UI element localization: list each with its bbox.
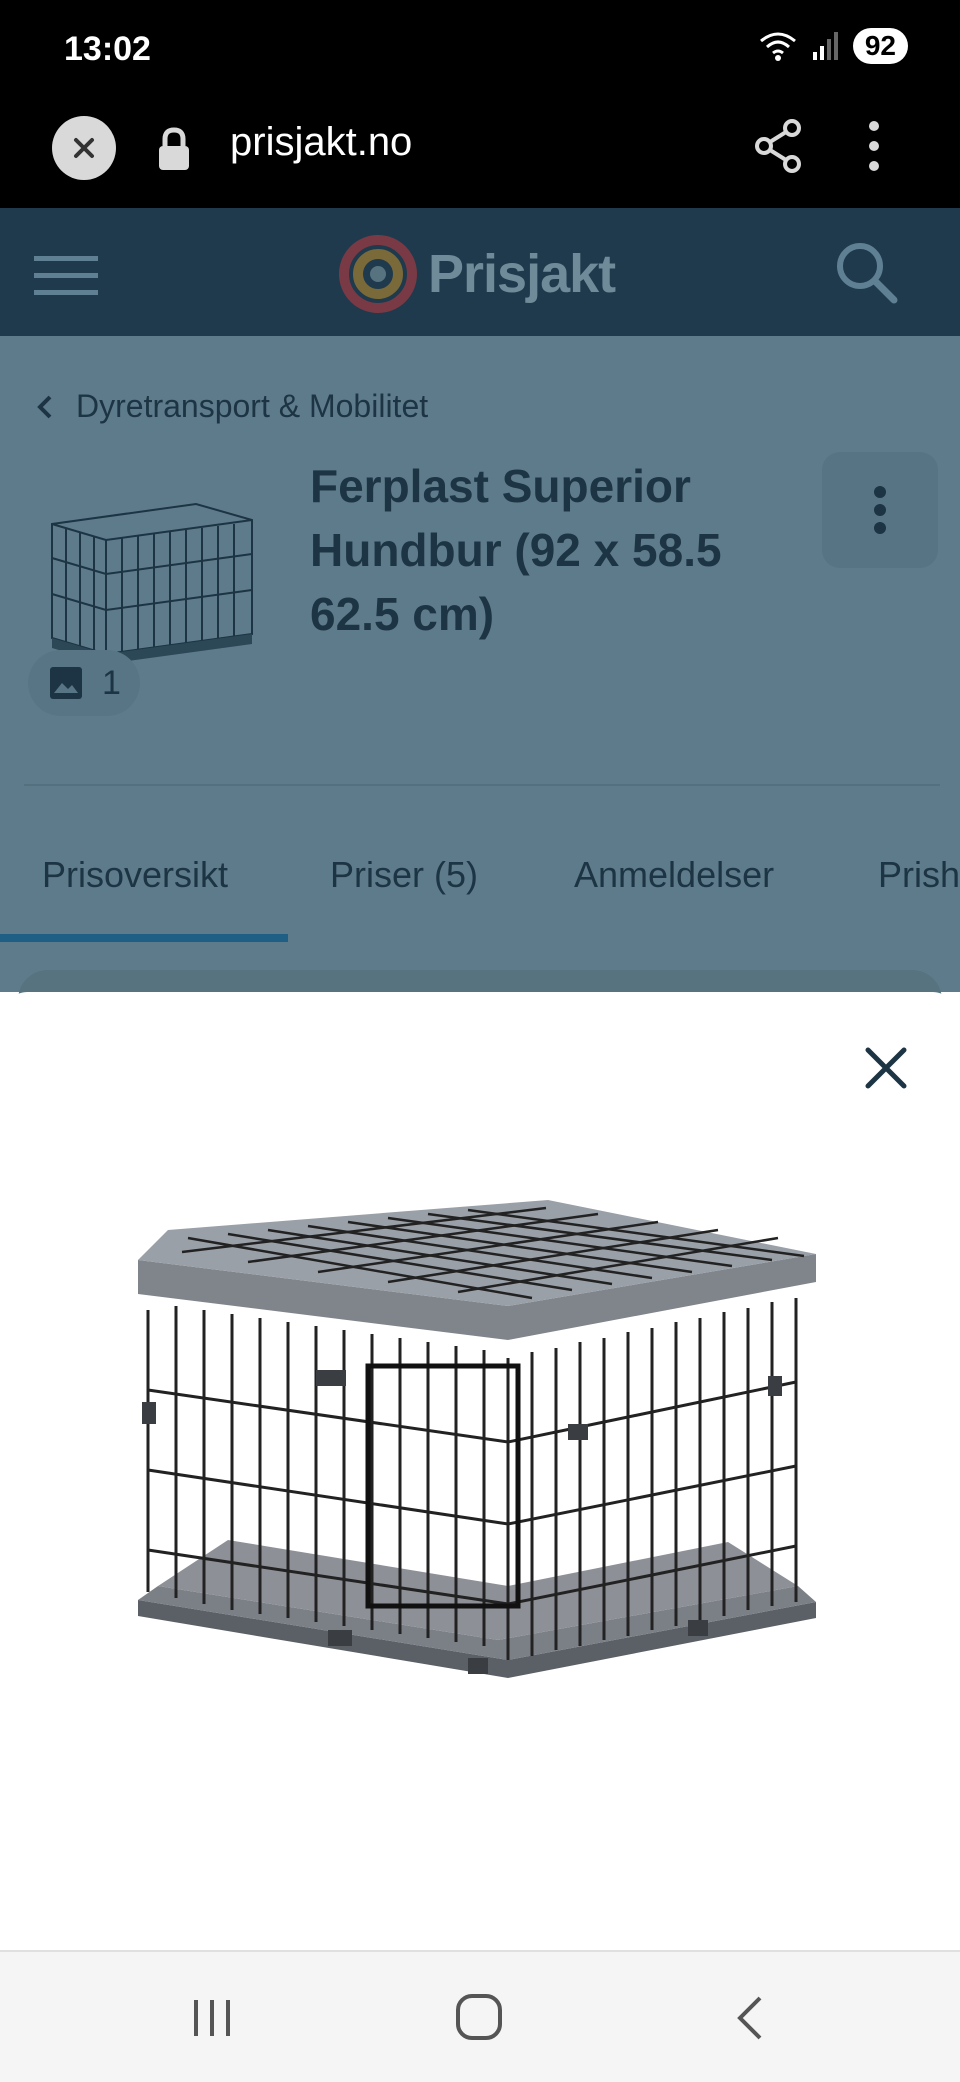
breadcrumb[interactable]: Dyretransport & Mobilitet: [36, 388, 428, 425]
breadcrumb-label: Dyretransport & Mobilitet: [76, 388, 429, 424]
close-icon[interactable]: [858, 1040, 914, 1096]
close-icon: [74, 138, 94, 158]
image-icon: [50, 667, 82, 699]
chevron-left-icon: [37, 395, 52, 418]
close-tab-button[interactable]: [52, 116, 116, 180]
recent-apps-icon[interactable]: [188, 1990, 236, 2046]
tab-prisoversikt[interactable]: Prisoversikt: [42, 854, 228, 896]
status-bar: 13:02 92: [0, 0, 960, 104]
share-icon[interactable]: [752, 118, 804, 174]
tab-priser[interactable]: Priser (5): [330, 854, 478, 896]
tab-prishistorikk[interactable]: Prish: [878, 854, 960, 896]
status-icons: 92: [757, 28, 908, 64]
product-image[interactable]: [128, 1190, 828, 1760]
search-icon[interactable]: [834, 240, 898, 304]
divider: [24, 784, 940, 786]
logo-text: Prisjakt: [428, 244, 616, 304]
product-title: Ferplast Superior Hundbur (92 x 58.5 62.…: [310, 460, 722, 640]
more-vertical-icon[interactable]: [862, 118, 886, 174]
image-count: 1: [102, 663, 121, 702]
menu-icon[interactable]: [32, 254, 100, 298]
battery-badge: 92: [852, 28, 908, 64]
logo-mark-icon: [339, 235, 417, 313]
wifi-icon: [759, 32, 796, 61]
lock-icon[interactable]: [156, 126, 192, 172]
home-icon[interactable]: [452, 1990, 508, 2046]
active-tab-indicator: [0, 934, 288, 942]
signal-icon: [812, 32, 838, 60]
url-text[interactable]: prisjakt.no: [230, 120, 412, 165]
more-vertical-icon: [874, 486, 886, 534]
back-icon[interactable]: [726, 1990, 774, 2046]
browser-toolbar: [0, 104, 960, 208]
product-more-button[interactable]: [822, 452, 938, 568]
tab-anmeldelser[interactable]: Anmeldelser: [574, 854, 774, 896]
status-time: 13:02: [64, 30, 151, 68]
image-count-badge[interactable]: 1: [28, 650, 140, 716]
site-logo[interactable]: Prisjakt: [338, 234, 616, 314]
product-tabs: Prisoversikt Priser (5) Anmeldelser Pris…: [0, 840, 960, 940]
product-thumbnail[interactable]: [46, 498, 260, 666]
